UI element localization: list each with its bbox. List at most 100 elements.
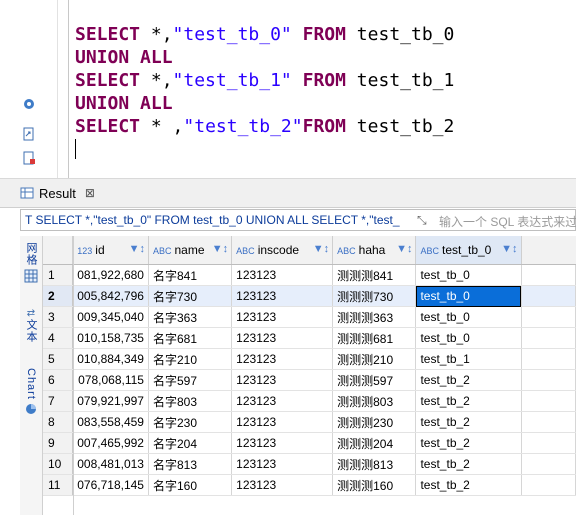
cell-id[interactable]: 081,922,680 xyxy=(72,264,149,286)
filter-sort-icon[interactable]: ▼↕ xyxy=(313,243,329,255)
cell-test_tb_0[interactable]: test_tb_2 xyxy=(415,390,522,412)
filter-sort-icon[interactable]: ▼↕ xyxy=(501,243,517,255)
cell-name[interactable]: 名字160 xyxy=(148,474,233,496)
table-row[interactable]: 11 076,718,145 名字160 123123 测测测160 test_tb_2 xyxy=(43,474,576,496)
cell-test_tb_0[interactable]: test_tb_2 xyxy=(415,453,522,475)
cell-haha[interactable]: 测测测363 xyxy=(332,306,417,328)
cell-test_tb_0[interactable]: test_tb_2 xyxy=(415,411,522,433)
row-number[interactable]: 11 xyxy=(43,474,74,496)
cell-empty[interactable] xyxy=(521,306,576,328)
cell-test_tb_0[interactable]: test_tb_2 xyxy=(415,474,522,496)
cell-haha[interactable]: 测测测210 xyxy=(332,348,417,370)
cell-empty[interactable] xyxy=(521,411,576,433)
cell-haha[interactable]: 测测测813 xyxy=(332,453,417,475)
cell-test_tb_0[interactable]: test_tb_2 xyxy=(415,369,522,391)
filter-query-text[interactable]: T SELECT *,"test_tb_0" FROM test_tb_0 UN… xyxy=(25,213,413,227)
cell-empty[interactable] xyxy=(521,369,576,391)
filter-bar[interactable]: T SELECT *,"test_tb_0" FROM test_tb_0 UN… xyxy=(20,209,576,231)
cell-haha[interactable]: 测测测230 xyxy=(332,411,417,433)
cell-name[interactable]: 名字204 xyxy=(148,432,233,454)
cell-name[interactable]: 名字803 xyxy=(148,390,233,412)
cell-empty[interactable] xyxy=(521,432,576,454)
filter-input[interactable]: 输入一个 SQL 表达式来过 xyxy=(439,213,576,230)
tab-chart[interactable]: Chart xyxy=(20,368,42,415)
cell-empty[interactable] xyxy=(521,264,576,286)
cell-empty[interactable] xyxy=(521,327,576,349)
cell-haha[interactable]: 测测测160 xyxy=(332,474,417,496)
cell-empty[interactable] xyxy=(521,390,576,412)
tab-result[interactable]: Result ⊠ xyxy=(20,179,95,207)
gear-icon[interactable] xyxy=(22,97,36,111)
cell-inscode[interactable]: 123123 xyxy=(231,327,334,349)
table-row[interactable]: 7 079,921,997 名字803 123123 测测测803 test_tb_2 xyxy=(43,390,576,412)
row-number[interactable]: 5 xyxy=(43,348,74,370)
cell-name[interactable]: 名字813 xyxy=(148,453,233,475)
cell-test_tb_0[interactable]: test_tb_2 xyxy=(415,432,522,454)
table-row[interactable]: 4 010,158,735 名字681 123123 测测测681 test_tb_0 xyxy=(43,327,576,349)
cell-inscode[interactable]: 123123 xyxy=(231,453,334,475)
table-row[interactable]: 10 008,481,013 名字813 123123 测测测813 test_tb_2 xyxy=(43,453,576,475)
table-row[interactable]: 6 078,068,115 名字597 123123 测测测597 test_tb_2 xyxy=(43,369,576,391)
code-line[interactable]: UNION ALL xyxy=(75,92,454,115)
cell-name[interactable]: 名字363 xyxy=(148,306,233,328)
expand-icon[interactable]: ⤡ xyxy=(417,213,427,228)
cell-name[interactable]: 名字210 xyxy=(148,348,233,370)
cell-inscode[interactable]: 123123 xyxy=(231,306,334,328)
row-number[interactable]: 3 xyxy=(43,306,74,328)
tab-text[interactable]: ⇄ 文本 xyxy=(20,308,42,343)
table-row[interactable]: 8 083,558,459 名字230 123123 测测测230 test_tb_2 xyxy=(43,411,576,433)
row-number[interactable]: 4 xyxy=(43,327,74,349)
table-row[interactable]: 1 081,922,680 名字841 123123 测测测841 test_tb_0 xyxy=(43,264,576,286)
row-number[interactable]: 10 xyxy=(43,453,74,475)
result-grid[interactable]: 123 id ▼↕ ABC name ▼↕ ABC inscode ▼↕ ABC haha ▼↕… xyxy=(43,236,576,515)
cell-id[interactable]: 078,068,115 xyxy=(72,369,149,391)
cell-inscode[interactable]: 123123 xyxy=(231,348,334,370)
cell-haha[interactable]: 测测测597 xyxy=(332,369,417,391)
cell-name[interactable]: 名字841 xyxy=(148,264,233,286)
cell-empty[interactable] xyxy=(521,348,576,370)
column-header-id[interactable]: 123 id ▼↕ xyxy=(72,236,149,265)
code-line[interactable]: SELECT *,"test_tb_1" FROM test_tb_1 xyxy=(75,69,454,92)
filter-sort-icon[interactable]: ▼↕ xyxy=(212,243,228,255)
script-error-icon[interactable] xyxy=(22,151,36,165)
row-number[interactable]: 7 xyxy=(43,390,74,412)
cell-test_tb_0[interactable]: test_tb_0 xyxy=(415,264,522,286)
cell-haha[interactable]: 测测测841 xyxy=(332,264,417,286)
cell-name[interactable]: 名字681 xyxy=(148,327,233,349)
cell-id[interactable]: 079,921,997 xyxy=(72,390,149,412)
cell-id[interactable]: 005,842,796 xyxy=(72,285,149,307)
export-icon[interactable] xyxy=(22,127,36,141)
table-row[interactable]: 5 010,884,349 名字210 123123 测测测210 test_tb_1 xyxy=(43,348,576,370)
cell-id[interactable]: 083,558,459 xyxy=(72,411,149,433)
cell-id[interactable]: 076,718,145 xyxy=(72,474,149,496)
sql-code[interactable]: SELECT *,"test_tb_0" FROM test_tb_0 UNION… xyxy=(75,23,454,138)
cell-empty[interactable] xyxy=(521,285,576,307)
row-number[interactable]: 1 xyxy=(43,264,74,286)
cell-test_tb_0[interactable]: test_tb_0 xyxy=(415,285,522,307)
row-number[interactable]: 6 xyxy=(43,369,74,391)
cell-id[interactable]: 010,884,349 xyxy=(72,348,149,370)
cell-inscode[interactable]: 123123 xyxy=(231,285,334,307)
cell-inscode[interactable]: 123123 xyxy=(231,432,334,454)
code-line[interactable]: UNION ALL xyxy=(75,46,454,69)
cell-id[interactable]: 007,465,992 xyxy=(72,432,149,454)
cell-inscode[interactable]: 123123 xyxy=(231,264,334,286)
cell-empty[interactable] xyxy=(521,474,576,496)
row-number[interactable]: 2 xyxy=(43,285,74,307)
cell-name[interactable]: 名字730 xyxy=(148,285,233,307)
cell-haha[interactable]: 测测测730 xyxy=(332,285,417,307)
close-icon[interactable]: ⊠ xyxy=(85,186,95,200)
cell-inscode[interactable]: 123123 xyxy=(231,474,334,496)
sql-editor[interactable]: SELECT *,"test_tb_0" FROM test_tb_0 UNION… xyxy=(0,0,576,178)
cell-haha[interactable]: 测测测204 xyxy=(332,432,417,454)
column-header-haha[interactable]: ABC haha ▼↕ xyxy=(332,236,417,265)
cell-empty[interactable] xyxy=(521,453,576,475)
cell-id[interactable]: 008,481,013 xyxy=(72,453,149,475)
cell-haha[interactable]: 测测测803 xyxy=(332,390,417,412)
cell-name[interactable]: 名字230 xyxy=(148,411,233,433)
tab-grid[interactable]: 网格 xyxy=(20,242,42,283)
cell-test_tb_0[interactable]: test_tb_0 xyxy=(415,327,522,349)
table-row[interactable]: 2 005,842,796 名字730 123123 测测测730 test_tb_0 xyxy=(43,285,576,307)
cell-id[interactable]: 009,345,040 xyxy=(72,306,149,328)
cell-test_tb_0[interactable]: test_tb_1 xyxy=(415,348,522,370)
